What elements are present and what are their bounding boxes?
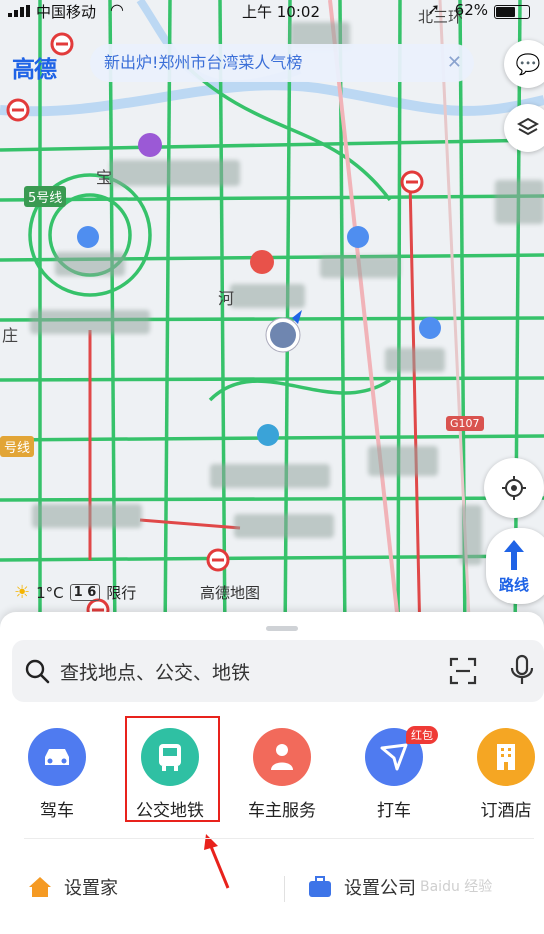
action-label: 订酒店 [480,801,532,821]
map-brand: 高德地图 [200,584,261,602]
blurred-label [230,284,305,308]
hotel-icon [477,728,535,786]
driver-icon [253,728,311,786]
set-home-label: 设置家 [64,878,118,899]
layers-icon [517,117,539,136]
action-drive[interactable]: 驾车 [2,716,112,821]
action-owner-service[interactable]: 车主服务 [227,716,337,821]
route-label: 路线 [498,576,529,594]
app-logo: 高德 [12,57,57,83]
action-label: 车主服务 [248,801,316,821]
route-arrow-icon [504,540,524,570]
status-time: 上午 10:02 [242,3,320,21]
blurred-label [385,348,445,372]
set-home-button[interactable]: 设置家 [28,874,118,900]
highway-label: G107 [446,416,484,431]
sun-icon: ☀ [14,582,31,603]
blurred-label [110,160,240,186]
battery-icon [494,5,530,19]
blurred-label [55,252,125,276]
blurred-label [30,310,150,334]
quick-actions: 驾车 公交地铁 车主服务 打车 订酒店 [0,716,544,826]
blurred-label [495,180,544,224]
carrier-name: 中国移动 [36,3,97,21]
notice-banner[interactable]: 新出炉!郑州市台湾菜人气榜 ✕ [90,44,474,82]
annotation-arrow-icon [204,834,230,889]
watermark: Baidu 经验 [420,879,493,895]
battery-fill [496,7,516,17]
car-icon [28,728,86,786]
set-work-label: 设置公司 [344,878,416,899]
message-button[interactable]: 💬 [504,40,544,88]
map-view[interactable]: 5号线 号线 G107 宝 河 庄 北三环 ☀ 1°C 1 6 限行 高德地图 [0,0,544,640]
blurred-label [32,504,142,528]
search-placeholder: 查找地点、公交、地铁 [60,662,251,684]
red-packet-badge: 红包 [406,726,438,744]
restriction-label: 限行 [106,584,137,602]
restriction-plate: 1 6 [69,584,101,601]
blurred-label [234,514,334,538]
battery-percent: 62% [454,1,488,19]
metro-line-label: 号线 [0,436,35,457]
place-label: 庄 [2,326,19,345]
metro-line-label: 5号线 [24,186,67,207]
action-hotel[interactable]: 订酒店 [451,716,544,821]
action-label: 打车 [377,801,411,821]
scan-icon[interactable] [448,656,478,686]
divider [24,838,534,839]
signal-icon [8,5,30,17]
notice-text: 新出炉!郑州市台湾菜人气榜 [104,53,303,72]
annotation-highlight-box [125,716,220,822]
home-icon [29,877,51,897]
blurred-label [210,464,330,488]
blurred-label [320,256,400,278]
location-arrow-icon: ➚ [427,0,440,18]
blurred-label [460,505,482,565]
layers-button[interactable] [504,104,544,152]
search-bar[interactable]: 查找地点、公交、地铁 [12,640,544,702]
action-label: 驾车 [40,801,74,821]
place-label: 河 [218,289,235,308]
place-label: 宝 [96,168,113,187]
locate-button[interactable] [484,458,544,518]
route-button[interactable]: 路线 [486,528,544,604]
blurred-label [368,446,438,476]
microphone-icon[interactable] [510,654,534,686]
temperature: 1°C [36,583,64,602]
briefcase-icon [309,876,331,897]
drag-handle[interactable] [266,626,298,631]
separator [284,876,285,902]
set-work-button[interactable]: 设置公司 [308,874,416,900]
locate-icon [502,476,526,500]
status-bar: 中国移动 ◠ 上午 10:02 ➚ 62% [0,0,544,22]
close-icon[interactable]: ✕ [447,44,462,82]
wifi-icon: ◠ [110,0,124,19]
message-icon: 💬 [515,52,541,76]
search-icon [25,659,50,684]
weather-info[interactable]: ☀ 1°C 1 6 限行 [14,582,136,603]
